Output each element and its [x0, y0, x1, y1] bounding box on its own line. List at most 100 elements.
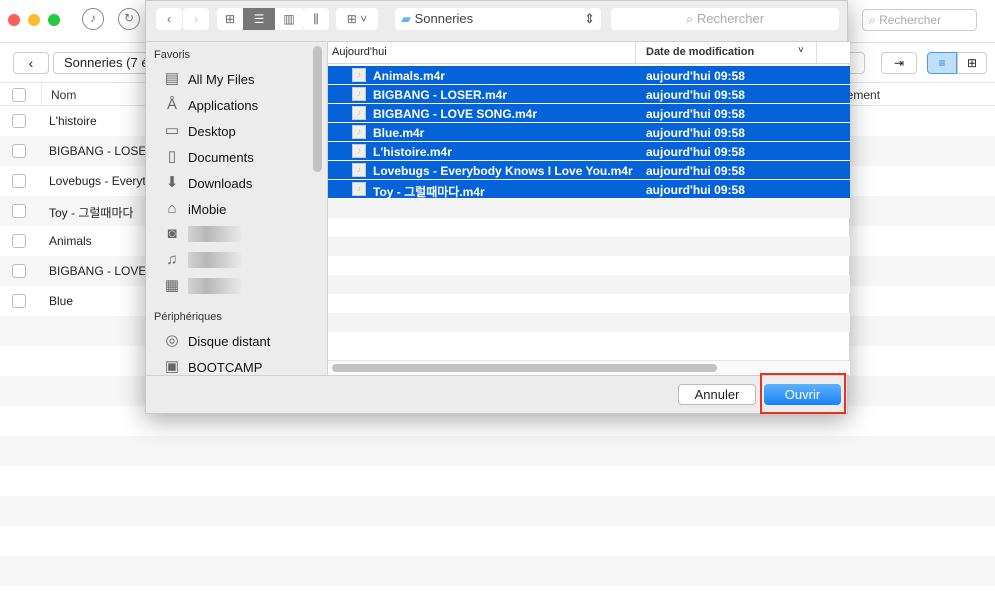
audio-file-icon: ♪: [352, 68, 366, 82]
file-date: aujourd'hui 09:58: [646, 164, 745, 178]
row-checkbox[interactable]: [12, 294, 26, 308]
folder-icon: ▰: [401, 11, 415, 26]
file-row[interactable]: ♪ BIGBANG - LOVE SONG.m4r aujourd'hui 09:5…: [328, 104, 850, 123]
devices-header: Périphériques: [154, 311, 222, 323]
import-icon[interactable]: ⇥: [881, 52, 917, 74]
icon-view-icon[interactable]: ⊞: [217, 8, 243, 30]
open-file-dialog: ‹ › ⊞ ☰ ▥ ⫼ ⊞ ˅ ▰ Sonneries ⇕ ⌕ Recherche…: [145, 0, 850, 414]
search-icon: ⌕: [685, 11, 697, 26]
file-date: aujourd'hui 09:58: [646, 126, 745, 140]
sidebar: Favoris ▤ All My Files Å Applications ▭ Deskt…: [146, 41, 326, 375]
table-row: [0, 556, 995, 586]
file-date: aujourd'hui 09:58: [646, 88, 745, 102]
list-view-icon[interactable]: ≡: [927, 52, 957, 74]
empty-row: [328, 237, 850, 256]
empty-row: [328, 275, 850, 294]
grid-view-icon[interactable]: ⊞: [957, 52, 987, 74]
open-button[interactable]: Ouvrir: [764, 384, 841, 405]
empty-row: [328, 199, 850, 218]
nav-back-button[interactable]: ‹: [156, 8, 182, 30]
favorites-header: Favoris: [154, 49, 191, 61]
file-date: aujourd'hui 09:58: [646, 145, 745, 159]
music-icon[interactable]: ♪: [82, 8, 104, 30]
row-name: Toy - 그럴때마다: [49, 206, 134, 220]
table-row: [0, 526, 995, 556]
file-name: Blue.m4r: [373, 126, 425, 140]
sidebar-item[interactable]: Å Applications: [162, 94, 258, 116]
row-name: Animals: [49, 234, 92, 248]
sidebar-item[interactable]: ◎ Disque distant: [162, 330, 270, 352]
app-search-input[interactable]: ⌕ Rechercher: [862, 9, 977, 31]
home-icon: ⌂: [167, 200, 177, 217]
empty-row: [328, 332, 850, 351]
audio-file-icon: ♪: [352, 144, 366, 158]
file-name: L'histoire.m4r: [373, 145, 452, 159]
file-name: Lovebugs - Everybody Knows I Love You.m4…: [373, 164, 633, 178]
search-icon: ⌕: [869, 13, 880, 27]
file-name: Toy - 그럴때마다.m4r: [373, 185, 485, 199]
sidebar-item[interactable]: ▯ Documents: [162, 146, 254, 168]
file-row[interactable]: ♪ Animals.m4r aujourd'hui 09:58: [328, 66, 850, 85]
dialog-search-input[interactable]: ⌕ Rechercher: [611, 8, 839, 30]
sidebar-item-blurred[interactable]: ▦: [162, 275, 244, 297]
sort-chevron-icon: ˅: [798, 45, 804, 56]
row-name: BIGBANG - LOSE: [49, 144, 147, 158]
row-checkbox[interactable]: [12, 174, 26, 188]
file-name: BIGBANG - LOSER.m4r: [373, 88, 508, 102]
empty-row: [328, 218, 850, 237]
column-name[interactable]: Nom: [51, 88, 76, 102]
row-checkbox[interactable]: [12, 144, 26, 158]
row-checkbox[interactable]: [12, 264, 26, 278]
sidebar-item-blurred[interactable]: ♫: [162, 249, 244, 271]
coverflow-view-icon[interactable]: ⫼: [303, 8, 329, 30]
list-view-icon[interactable]: ☰: [243, 8, 275, 30]
table-row: [0, 496, 995, 526]
back-button[interactable]: ‹: [13, 52, 49, 74]
empty-row: [328, 313, 850, 332]
row-name: BIGBANG - LOVE: [49, 264, 147, 278]
arrange-icon[interactable]: ⊞ ˅: [336, 8, 378, 30]
file-row[interactable]: ♪ Lovebugs - Everybody Knows I Love You.m…: [328, 161, 850, 180]
row-checkbox[interactable]: [12, 114, 26, 128]
file-row[interactable]: ♪ BIGBANG - LOSER.m4r aujourd'hui 09:58: [328, 85, 850, 104]
row-name: L'histoire: [49, 114, 97, 128]
location-select[interactable]: ▰ Sonneries ⇕: [395, 8, 601, 30]
row-checkbox[interactable]: [12, 234, 26, 248]
cancel-button[interactable]: Annuler: [678, 384, 756, 405]
column-date[interactable]: Date de modification: [646, 46, 754, 58]
nav-forward-button[interactable]: ›: [183, 8, 209, 30]
zoom-window-button[interactable]: [48, 14, 60, 26]
file-row[interactable]: ♪ Toy - 그럴때마다.m4r aujourd'hui 09:58: [328, 180, 850, 199]
sidebar-item[interactable]: ▤ All My Files: [162, 68, 255, 90]
audio-file-icon: ♪: [352, 182, 366, 196]
horizontal-scrollbar[interactable]: [332, 364, 717, 372]
refresh-icon[interactable]: ↻: [118, 8, 140, 30]
sidebar-scrollbar[interactable]: [313, 46, 322, 172]
minimize-window-button[interactable]: [28, 14, 40, 26]
empty-row: [328, 294, 850, 313]
column-view-icon[interactable]: ▥: [275, 8, 303, 30]
file-name: Animals.m4r: [373, 69, 446, 83]
file-date: aujourd'hui 09:58: [646, 183, 745, 197]
table-row: [0, 466, 995, 496]
sidebar-item[interactable]: ⌂ iMobie: [162, 198, 226, 220]
sidebar-item-blurred[interactable]: ◙: [162, 223, 244, 245]
row-checkbox[interactable]: [12, 204, 26, 218]
select-all-checkbox[interactable]: [12, 88, 26, 102]
file-row[interactable]: ♪ Blue.m4r aujourd'hui 09:58: [328, 123, 850, 142]
chevron-updown-icon: ⇕: [584, 11, 595, 26]
file-date: aujourd'hui 09:58: [646, 107, 745, 121]
file-row[interactable]: ♪ L'histoire.m4r aujourd'hui 09:58: [328, 142, 850, 161]
file-date: aujourd'hui 09:58: [646, 69, 745, 83]
audio-file-icon: ♪: [352, 106, 366, 120]
documents-icon: ▯: [167, 148, 177, 165]
sidebar-item[interactable]: ⬇ Downloads: [162, 172, 253, 194]
applications-icon: Å: [166, 96, 177, 113]
column-name[interactable]: Aujourd'hui: [332, 46, 387, 58]
sidebar-item[interactable]: ▭ Desktop: [162, 120, 236, 142]
row-name: Lovebugs - Everyt: [49, 174, 146, 188]
film-icon: ▦: [164, 277, 180, 294]
desktop-icon: ▭: [164, 122, 180, 139]
close-window-button[interactable]: [8, 14, 20, 26]
downloads-icon: ⬇: [165, 174, 179, 191]
